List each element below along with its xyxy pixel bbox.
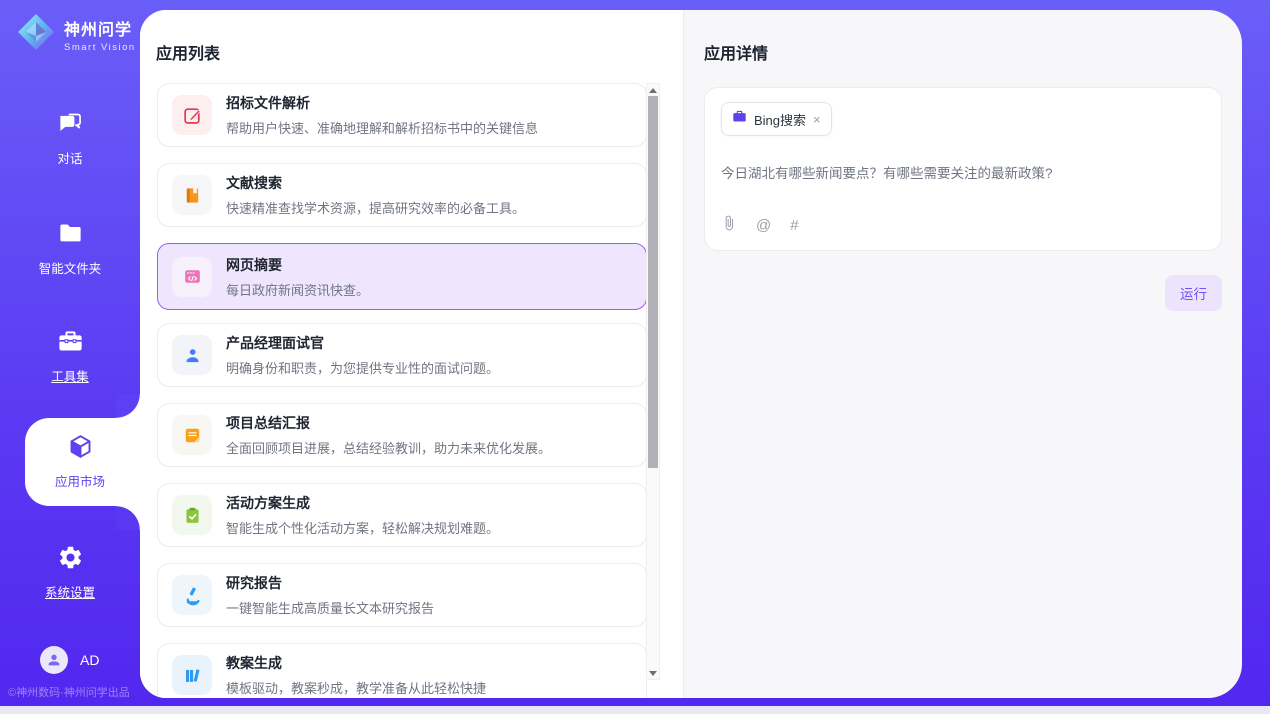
list-item-project-summary[interactable]: 项目总结汇报 全面回顾项目进展，总结经验教训，助力未来优化发展。	[157, 403, 647, 467]
diamond-logo-icon	[16, 12, 56, 57]
scroll-up-arrow[interactable]	[647, 84, 659, 96]
app-title: 文献搜索	[226, 173, 525, 193]
app-desc: 一键智能生成高质量长文本研究报告	[226, 598, 434, 617]
app-title: 活动方案生成	[226, 493, 499, 513]
clipboard-check-icon	[172, 495, 212, 535]
book-icon	[172, 175, 212, 215]
books-icon	[172, 655, 212, 695]
tool-chip-bing-search[interactable]: Bing搜索 ×	[721, 102, 832, 136]
app-desc: 每日政府新闻资讯快查。	[226, 280, 369, 299]
list-item-web-summary[interactable]: 网页摘要 每日政府新闻资讯快查。	[157, 243, 647, 310]
sidebar-item-settings[interactable]: 系统设置	[0, 544, 140, 601]
copyright-footer: ©神州数码·神州问学出品	[8, 684, 130, 700]
sidebar-item-toolset[interactable]: 工具集	[0, 328, 140, 385]
bubble-corner-top	[116, 394, 140, 418]
list-item-bid-analysis[interactable]: 招标文件解析 帮助用户快速、准确地理解和解析招标书中的关键信息	[157, 83, 647, 147]
app-list-title: 应用列表	[156, 40, 220, 64]
brand-logo: 神州问学 Smart Vision	[16, 12, 136, 57]
sidebar-item-label: 工具集	[51, 366, 89, 385]
sidebar-item-app-market[interactable]: 应用市场	[25, 433, 135, 490]
paperclip-icon[interactable]	[721, 215, 737, 236]
content-panel: 应用列表 招标文件解析 帮助用户快速、准确地理解和解析招标书中的关键信息	[140, 10, 1242, 698]
run-row: 运行	[704, 275, 1222, 311]
cube-icon	[67, 433, 94, 465]
app-desc: 快速精准查找学术资源，提高研究效率的必备工具。	[226, 198, 525, 217]
app-detail-title: 应用详情	[704, 40, 1222, 64]
sidebar: 神州问学 Smart Vision 对话 智能文件夹	[0, 0, 140, 706]
list-item-event-plan[interactable]: 活动方案生成 智能生成个性化活动方案，轻松解决规划难题。	[157, 483, 647, 547]
app-detail-panel: 应用详情 Bing搜索 × 今日湖北有哪些新闻要点？有哪些需要关注的最新政策? …	[683, 10, 1242, 698]
app-title: 网页摘要	[226, 255, 369, 275]
prompt-card: Bing搜索 × 今日湖北有哪些新闻要点？有哪些需要关注的最新政策? @ #	[704, 87, 1222, 251]
prompt-text[interactable]: 今日湖北有哪些新闻要点？有哪些需要关注的最新政策?	[721, 162, 1205, 182]
app-list: 招标文件解析 帮助用户快速、准确地理解和解析招标书中的关键信息 文献搜索 快速精…	[157, 83, 647, 698]
app-title: 教案生成	[226, 653, 486, 673]
app-desc: 模板驱动，教案秒成，教学准备从此轻松快捷	[226, 678, 486, 697]
bubble-corner-bottom	[116, 506, 140, 530]
app-desc: 明确身份和职责，为您提供专业性的面试问题。	[226, 358, 499, 377]
avatar	[40, 646, 68, 674]
at-icon[interactable]: @	[756, 217, 771, 234]
brand-subtitle: Smart Vision	[64, 42, 136, 53]
user-account[interactable]: AD	[40, 646, 99, 674]
briefcase-icon	[732, 109, 747, 129]
interviewer-icon	[172, 335, 212, 375]
folder-icon	[57, 220, 84, 252]
scrollbar-thumb[interactable]	[648, 96, 658, 468]
app-desc: 全面回顾项目进展，总结经验教训，助力未来优化发展。	[226, 438, 551, 457]
app-desc: 帮助用户快速、准确地理解和解析招标书中的关键信息	[226, 118, 538, 137]
brand-name: 神州问学	[64, 16, 136, 40]
app-list-panel: 应用列表 招标文件解析 帮助用户快速、准确地理解和解析招标书中的关键信息	[140, 10, 683, 698]
gear-icon	[57, 544, 84, 576]
close-icon[interactable]: ×	[813, 113, 821, 126]
microscope-icon	[172, 575, 212, 615]
app-title: 产品经理面试官	[226, 333, 499, 353]
list-item-pm-interviewer[interactable]: 产品经理面试官 明确身份和职责，为您提供专业性的面试问题。	[157, 323, 647, 387]
browser-code-icon	[172, 257, 212, 297]
sidebar-item-label: 智能文件夹	[39, 258, 102, 277]
user-label: AD	[80, 652, 99, 668]
note-icon	[172, 415, 212, 455]
list-item-literature-search[interactable]: 文献搜索 快速精准查找学术资源，提高研究效率的必备工具。	[157, 163, 647, 227]
prompt-toolbar: @ #	[721, 215, 1205, 236]
app-title: 招标文件解析	[226, 93, 538, 113]
sidebar-item-label: 应用市场	[55, 471, 105, 490]
hash-icon[interactable]: #	[790, 217, 798, 234]
app-title: 项目总结汇报	[226, 413, 551, 433]
chat-icon	[57, 110, 84, 142]
sidebar-item-label: 对话	[57, 148, 82, 167]
list-scrollbar[interactable]	[646, 83, 660, 680]
app-desc: 智能生成个性化活动方案，轻松解决规划难题。	[226, 518, 499, 537]
scroll-down-arrow[interactable]	[647, 667, 659, 679]
edit-document-icon	[172, 95, 212, 135]
app-title: 研究报告	[226, 573, 434, 593]
tool-chip-label: Bing搜索	[754, 110, 806, 129]
run-button[interactable]: 运行	[1165, 275, 1222, 311]
sidebar-item-smart-folder[interactable]: 智能文件夹	[0, 220, 140, 277]
sidebar-item-label: 系统设置	[45, 582, 95, 601]
window-bottom-edge	[0, 706, 1270, 714]
list-item-lesson-plan[interactable]: 教案生成 模板驱动，教案秒成，教学准备从此轻松快捷	[157, 643, 647, 698]
list-item-research-report[interactable]: 研究报告 一键智能生成高质量长文本研究报告	[157, 563, 647, 627]
sidebar-item-chat[interactable]: 对话	[0, 110, 140, 167]
toolbox-icon	[57, 328, 84, 360]
